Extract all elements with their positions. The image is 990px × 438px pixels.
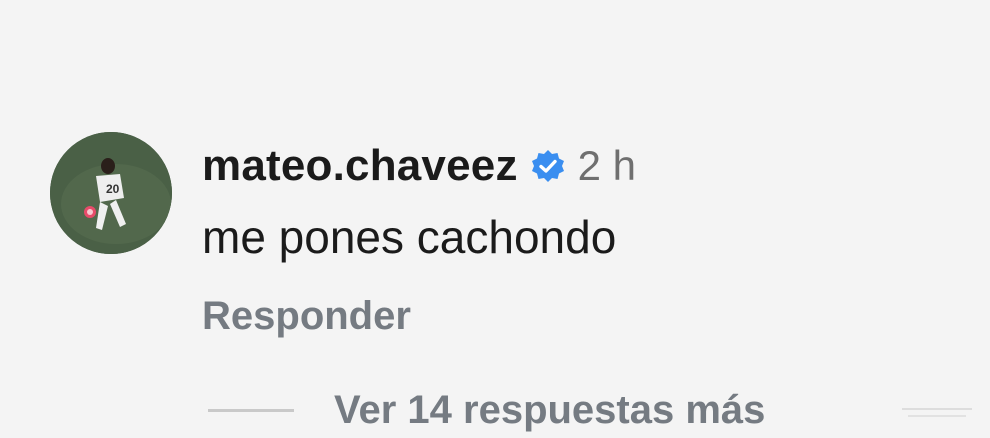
comment-text: me pones cachondo	[202, 211, 617, 263]
avatar-image: 20	[50, 132, 172, 254]
watermark-mark	[902, 408, 972, 417]
view-replies-row[interactable]: Ver 14 respuestas más	[208, 382, 765, 438]
username[interactable]: mateo.chaveez	[202, 141, 518, 191]
player-head	[101, 158, 115, 174]
comment-header: mateo.chaveez 2 h	[202, 138, 636, 194]
comment: 20 mateo.chaveez 2 h me pones cachondo R…	[0, 0, 990, 438]
reply-button[interactable]: Responder	[202, 294, 411, 339]
view-replies-button[interactable]: Ver 14 respuestas más	[334, 388, 765, 433]
replies-divider	[208, 408, 294, 412]
avatar[interactable]: 20	[50, 132, 172, 254]
verified-badge-icon	[530, 148, 566, 184]
comment-time: 2 h	[577, 142, 637, 189]
jersey-number: 20	[106, 182, 120, 196]
